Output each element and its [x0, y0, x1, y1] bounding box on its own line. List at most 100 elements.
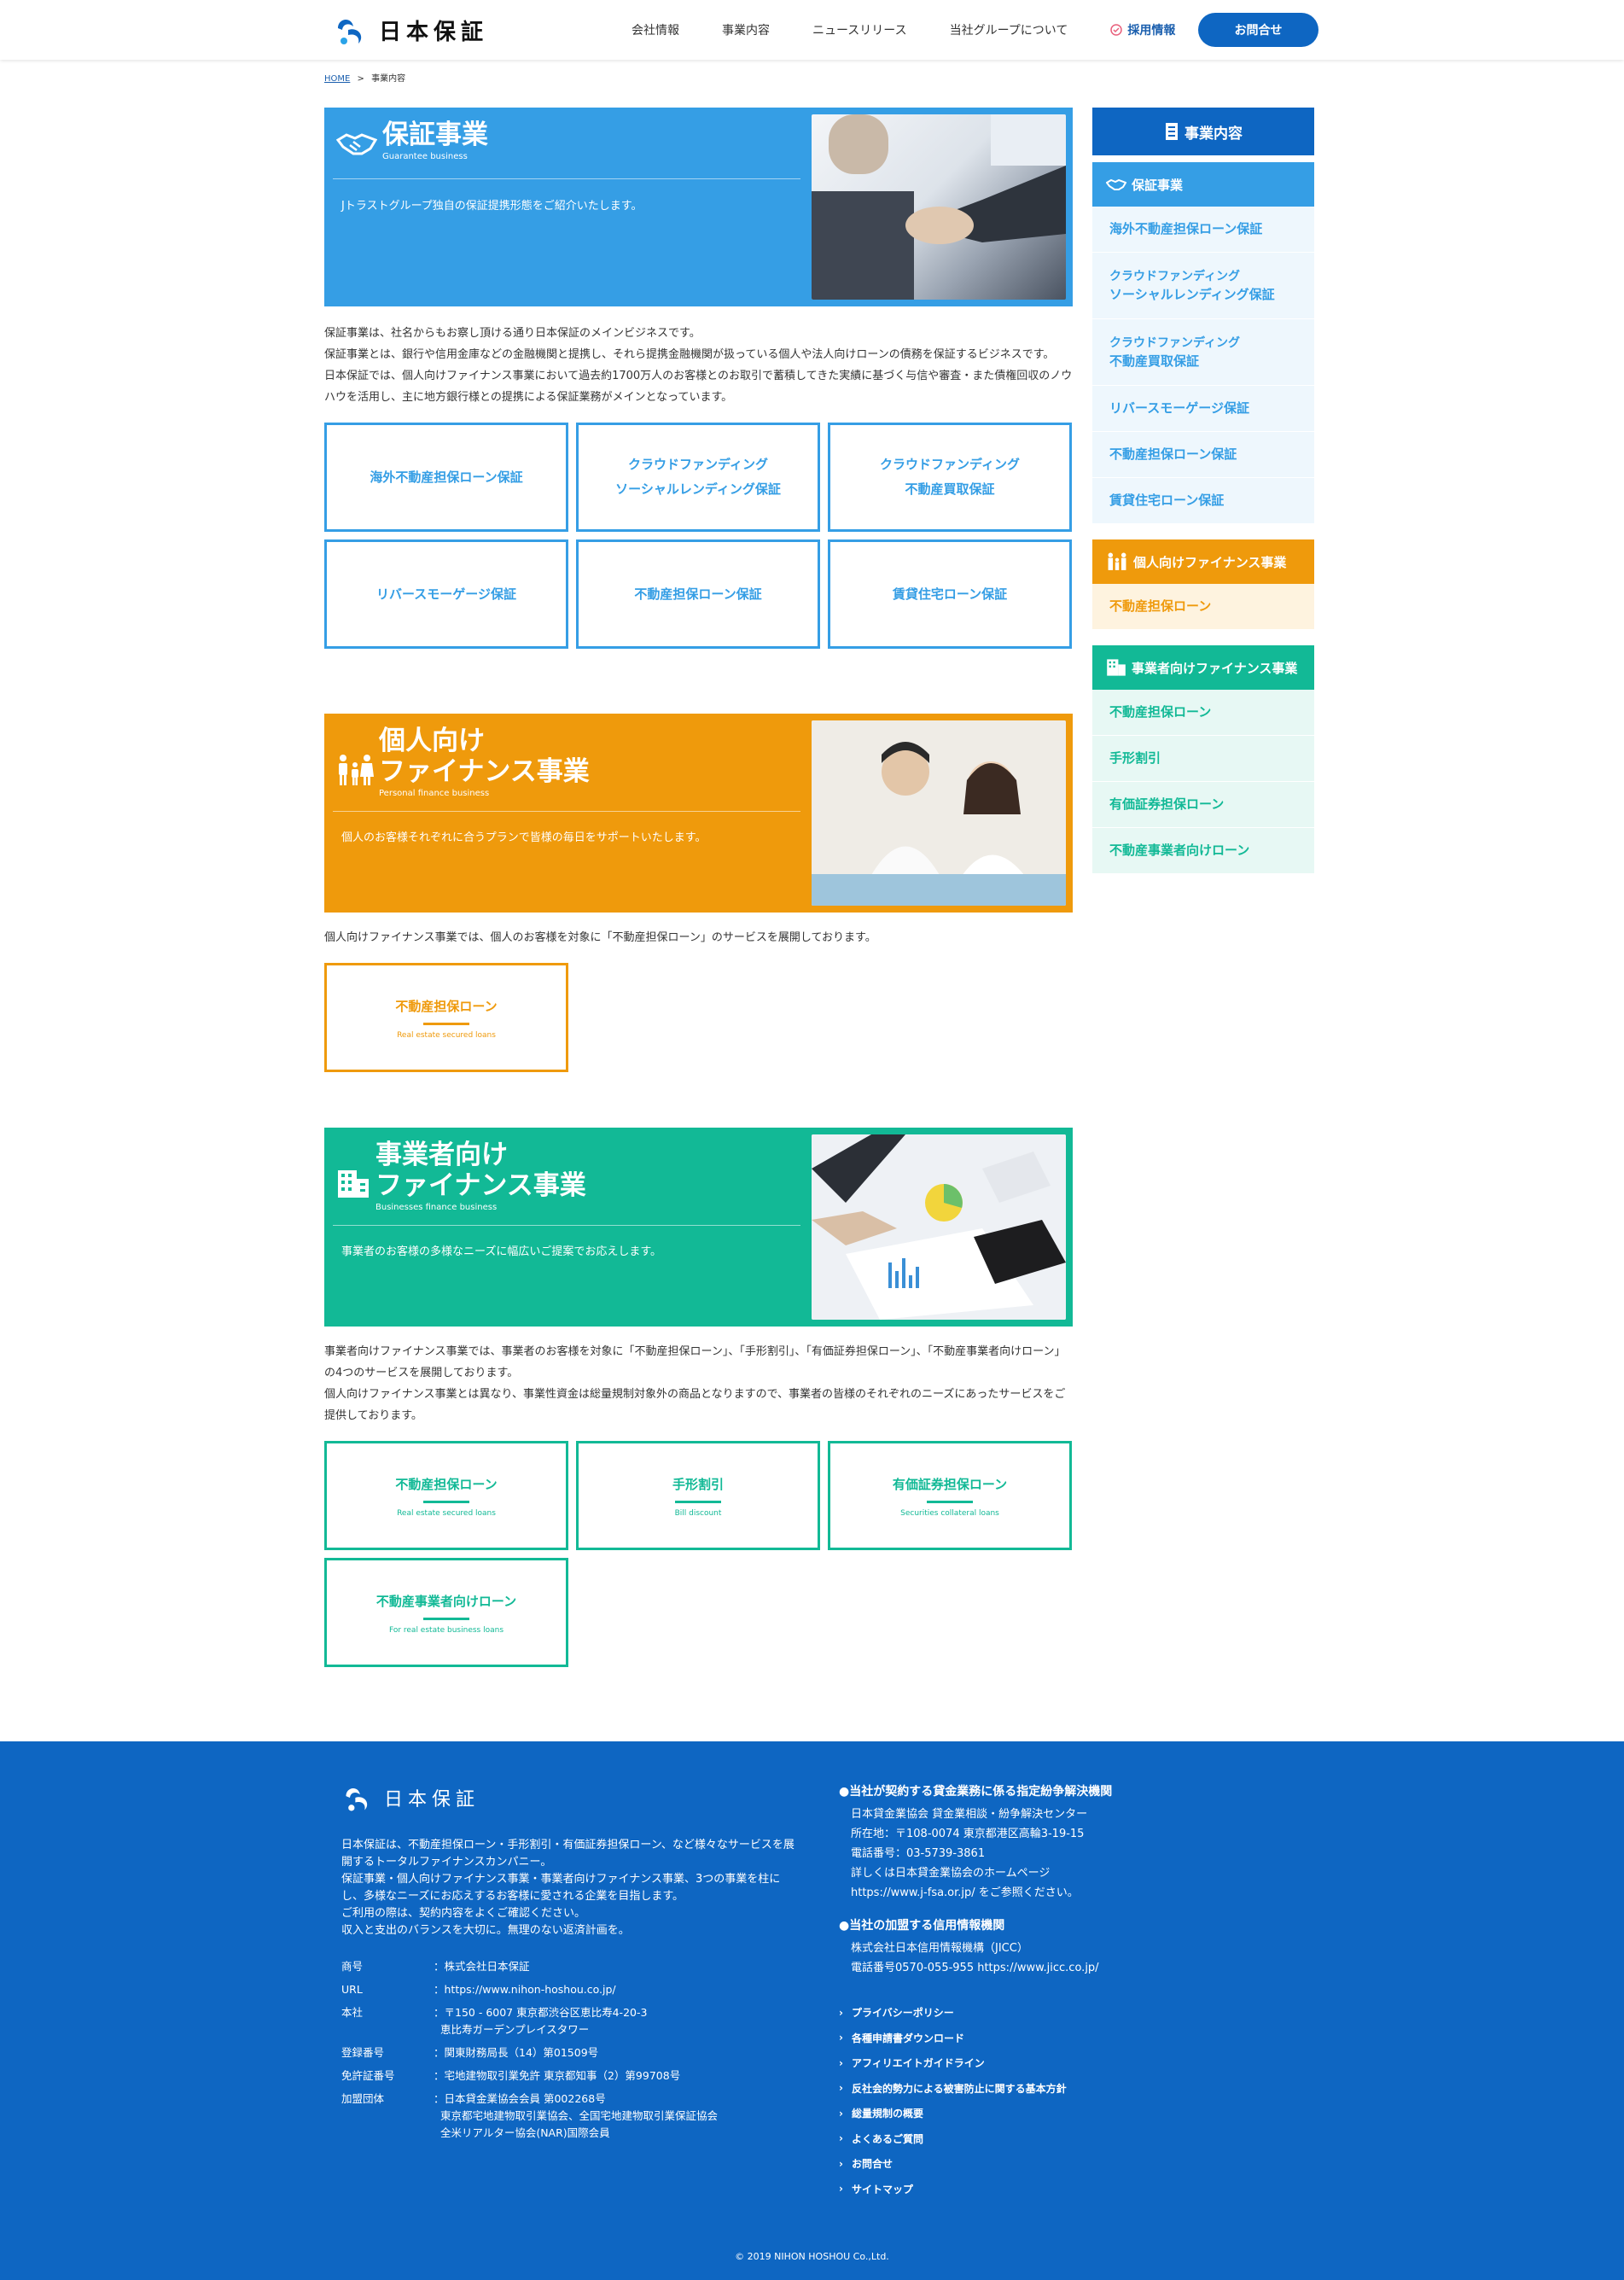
sidebar-item-label: リバースモーゲージ保証: [1109, 400, 1249, 416]
business-card[interactable]: 不動産担保ローン Real estate secured loans: [324, 1441, 568, 1550]
business-paragraph: 個人向けファイナンス事業とは異なり、事業性資金は総量規制対象外の商品となりますの…: [324, 1388, 1066, 1422]
footer-description-line: 保証事業・個人向けファイナンス事業・事業者向けファイナンス事業、3つの事業を柱に…: [341, 1873, 781, 1903]
footer-company-info: 商号 ：株式会社日本保証 URL ：https://www.nihon-hoshou…: [341, 1958, 802, 2142]
info-key: 加盟団体: [341, 2092, 385, 2105]
sidebar-item[interactable]: 不動産事業者向けローン: [1092, 828, 1314, 874]
footer-link[interactable]: › 各種申請書ダウンロード: [839, 2026, 1197, 2051]
sidebar-personal-list: 不動産担保ローン: [1092, 584, 1314, 630]
site-header: 日本保証 会社情報 事業内容 ニュースリリース 当社グループについて 採用情報 …: [0, 0, 1624, 60]
guarantee-card[interactable]: クラウドファンディング 不動産買取保証: [828, 423, 1072, 532]
footer-link-label: 総量規制の概要: [851, 2108, 923, 2120]
nav-group[interactable]: 当社グループについて: [950, 21, 1068, 38]
card-label: 手形割引: [672, 1477, 724, 1492]
footer-link[interactable]: › アフィリエイトガイドライン: [839, 2050, 1197, 2076]
footer-link-label: サイトマップ: [851, 2183, 913, 2195]
guarantee-cards: 海外不動産担保ローン保証 クラウドファンディング ソーシャルレンディング保証 クラ…: [324, 423, 1073, 649]
card-label-en: Real estate secured loans: [397, 1031, 496, 1040]
chevron-right-icon: ›: [839, 2132, 843, 2145]
business-card[interactable]: 手形割引 Bill discount: [576, 1441, 820, 1550]
sidebar-item[interactable]: 不動産担保ローン: [1092, 690, 1314, 736]
footer-link[interactable]: › 反社会的勢力による被害防止に関する基本方針: [839, 2076, 1197, 2102]
sidebar-item[interactable]: クラウドファンディング 不動産買取保証: [1092, 319, 1314, 386]
footer-link-label: 各種申請書ダウンロード: [851, 2032, 964, 2044]
footer-link-label: プライバシーポリシー: [851, 2007, 954, 2020]
info-key: URL: [341, 1983, 363, 1996]
personal-text: 個人向けファイナンス事業では、個人のお客様を対象に「不動産担保ローン」のサービス…: [324, 927, 1073, 948]
sidebar-item-label: 手形割引: [1109, 750, 1161, 766]
footer-link[interactable]: › よくあるご質問: [839, 2126, 1197, 2152]
guarantee-card[interactable]: 不動産担保ローン保証: [576, 539, 820, 649]
sidebar-item[interactable]: 不動産担保ローン: [1092, 584, 1314, 630]
card-label: 不動産買取保証: [905, 481, 995, 497]
document-icon: [1166, 123, 1178, 140]
sidebar-item-label: 不動産事業者向けローン: [1109, 843, 1250, 858]
nav-news[interactable]: ニュースリリース: [812, 21, 907, 38]
info-value: ：〒150 - 6007 東京都渋谷区恵比寿4-20-3 恵比寿ガーデンプレイス…: [434, 2006, 648, 2036]
guarantee-card[interactable]: リバースモーゲージ保証: [324, 539, 568, 649]
credit-body: 株式会社日本信用情報機構（JICC） 電話番号0570-055-955 http…: [851, 1942, 1099, 1974]
footer-logo[interactable]: 日本保証: [341, 1781, 802, 1815]
guarantee-paragraph: 保証事業とは、銀行や信用金庫などの金融機関と提携し、それら提携金融機関が扱ってい…: [324, 348, 1055, 361]
footer-link-label: 反社会的勢力による被害防止に関する基本方針: [851, 2082, 1067, 2095]
chevron-right-icon: ›: [839, 2056, 843, 2069]
sidebar-item-label: 不動産買取保証: [1109, 353, 1200, 369]
footer-link-label: よくあるご質問: [851, 2132, 923, 2145]
footer-description-line: ご利用の際は、契約内容をよくご確認ください。: [341, 1907, 586, 1920]
sidebar-item[interactable]: 手形割引: [1092, 736, 1314, 782]
guarantee-card[interactable]: クラウドファンディング ソーシャルレンディング保証: [576, 423, 820, 532]
guarantee-card[interactable]: 海外不動産担保ローン保証: [324, 423, 568, 532]
card-label: ソーシャルレンディング保証: [615, 481, 781, 497]
guarantee-text: 保証事業は、社名からもお察し頂ける通り日本保証のメインビジネスです。 保証事業と…: [324, 323, 1073, 408]
card-label: 不動産事業者向けローン: [375, 1594, 517, 1609]
footer-link[interactable]: › お問合せ: [839, 2151, 1197, 2177]
business-card[interactable]: 有価証券担保ローン Securities collateral loans: [828, 1441, 1072, 1550]
building-icon: [338, 1169, 369, 1198]
chevron-right-icon: ›: [839, 2157, 843, 2170]
card-label: クラウドファンディング: [880, 457, 1020, 472]
sidebar-category-guarantee[interactable]: 保証事業: [1092, 162, 1314, 207]
chevron-right-icon: ›: [839, 2082, 843, 2095]
business-card[interactable]: 不動産事業者向けローン For real estate business loa…: [324, 1558, 568, 1667]
sidebar-item[interactable]: 不動産担保ローン保証: [1092, 432, 1314, 478]
personal-lead: 個人のお客様それぞれに合うプランで皆様の毎日をサポートいたします。: [341, 831, 707, 844]
footer-link[interactable]: › 総量規制の概要: [839, 2101, 1197, 2126]
sidebar-category-business[interactable]: 事業者向けファイナンス事業: [1092, 645, 1314, 690]
nav-recruit[interactable]: 採用情報: [1110, 21, 1175, 38]
handshake-photo: [812, 114, 1066, 300]
footer-link[interactable]: › サイトマップ: [839, 2177, 1197, 2202]
nav-business[interactable]: 事業内容: [722, 21, 770, 38]
site-footer: 日本保証 日本保証は、不動産担保ローン・手形割引・有価証券担保ローン、など様々な…: [0, 1741, 1624, 2280]
footer-link[interactable]: › プライバシーポリシー: [839, 2000, 1197, 2026]
sidebar-item-label: 有価証券担保ローン: [1109, 796, 1225, 812]
personal-title-line1: 個人向け: [379, 726, 485, 756]
info-value: ：関東財務局長（14）第01509号: [434, 2046, 599, 2059]
breadcrumb-home[interactable]: HOME: [324, 74, 350, 84]
sidebar-item[interactable]: 海外不動産担保ローン保証: [1092, 207, 1314, 253]
contact-button[interactable]: お問合せ: [1198, 13, 1318, 47]
sidebar-category-personal[interactable]: 個人向けファイナンス事業: [1092, 539, 1314, 584]
personal-cards: 不動産担保ローン Real estate secured loans: [324, 963, 1073, 1072]
personal-card[interactable]: 不動産担保ローン Real estate secured loans: [324, 963, 568, 1072]
logo[interactable]: 日本保証: [333, 10, 488, 50]
info-key: 本社: [341, 2006, 364, 2019]
sidebar-item[interactable]: 賃貸住宅ローン保証: [1092, 478, 1314, 524]
footer-description-line: 収入と支出のバランスを大切に。無理のない返済計画を。: [341, 1924, 630, 1937]
info-row: URL ：https://www.nihon-hoshou.co.jp/: [341, 1981, 802, 1998]
nav-company[interactable]: 会社情報: [632, 21, 679, 38]
footer-description: 日本保証は、不動産担保ローン・手形割引・有価証券担保ローン、など様々なサービスを…: [341, 1837, 802, 1939]
business-hero-title: 事業者向け ファイナンス事業 Businesses finance busine…: [336, 1140, 586, 1212]
personal-title-en: Personal finance business: [379, 789, 490, 798]
sidebar: 事業内容 保証事業 海外不動産担保ローン保証 クラウドファンディング ソーシャルレ…: [1092, 108, 1314, 874]
guarantee-card[interactable]: 賃貸住宅ローン保証: [828, 539, 1072, 649]
info-key: 登録番号: [341, 2046, 385, 2059]
info-value[interactable]: ：https://www.nihon-hoshou.co.jp/: [434, 1981, 616, 1998]
footer-link-label: お問合せ: [851, 2158, 893, 2171]
sidebar-item[interactable]: 有価証券担保ローン: [1092, 782, 1314, 828]
sidebar-item[interactable]: リバースモーゲージ保証: [1092, 386, 1314, 432]
divider: [333, 178, 800, 179]
nav-recruit-label: 採用情報: [1127, 24, 1176, 38]
sidebar-category-label: 保証事業: [1132, 177, 1184, 193]
business-meeting-photo: [812, 1134, 1066, 1320]
sidebar-item[interactable]: クラウドファンディング ソーシャルレンディング保証: [1092, 253, 1314, 319]
sidebar-business-list: 不動産担保ローン 手形割引 有価証券担保ローン 不動産事業者向けローン: [1092, 690, 1314, 874]
